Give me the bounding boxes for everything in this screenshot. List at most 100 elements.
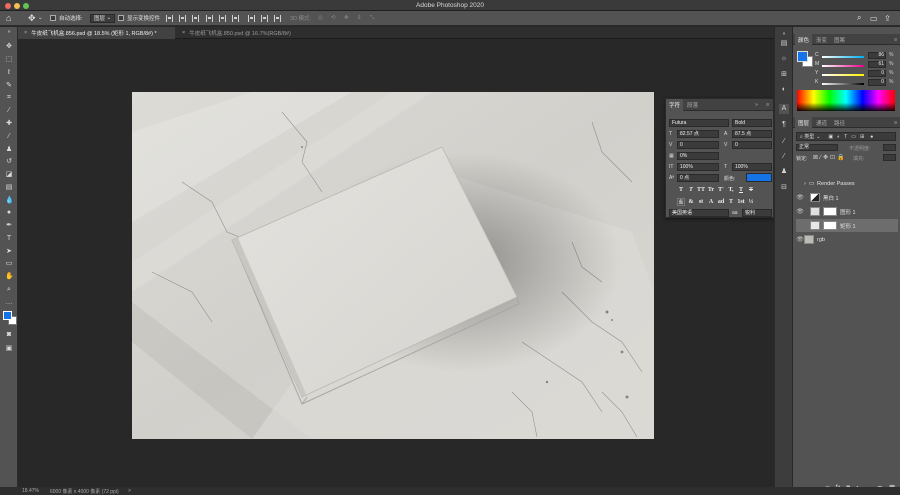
distribute-right-icon[interactable] <box>274 15 281 22</box>
tsume-field[interactable]: 0% <box>677 152 719 160</box>
align-bottom-icon[interactable] <box>232 15 239 22</box>
blend-mode-select[interactable]: 正常 <box>796 144 838 151</box>
swash-button[interactable]: A <box>707 198 715 206</box>
3d-roll-icon[interactable]: ⟲ <box>331 13 336 23</box>
lasso-icon[interactable]: ℓ <box>5 69 13 77</box>
tab-gradient[interactable]: 渐变 <box>813 34 830 45</box>
ligatures-button[interactable]: fi <box>677 198 685 206</box>
layer-filter[interactable]: ⌕ 类型 ⌄ ▣ ◐ T ▭ ⊞ ● <box>796 132 896 141</box>
panel-menu-icon[interactable]: ≡ <box>763 99 772 111</box>
dodge-icon[interactable]: ● <box>5 209 13 217</box>
fill-field[interactable] <box>883 154 896 161</box>
paragraph-icon[interactable]: ¶ <box>779 120 789 130</box>
faux-bold-button[interactable]: T <box>677 186 685 194</box>
path-select-icon[interactable]: ➤ <box>5 248 13 256</box>
horizontal-scale-field[interactable]: 100% <box>732 163 772 171</box>
3d-scale-icon[interactable]: ⤡ <box>370 13 374 23</box>
eyedropper-icon[interactable]: ⁄ <box>5 107 13 115</box>
libraries-icon[interactable]: ⊞ <box>779 70 789 80</box>
visibility-eye-icon[interactable]: 👁 <box>796 236 804 243</box>
layer-row[interactable]: 👁 rgb <box>796 233 898 246</box>
discretionary-ligatures-button[interactable]: st <box>697 198 705 206</box>
history-brush-icon[interactable]: ↺ <box>5 158 13 166</box>
underline-button[interactable]: T <box>737 186 745 194</box>
move-tool-icon[interactable]: ✥ <box>28 13 36 23</box>
layer-mask-thumbnail[interactable] <box>823 221 837 230</box>
show-transform-checkbox[interactable] <box>118 15 124 21</box>
text-color-swatch[interactable] <box>746 173 772 182</box>
3d-slide-icon[interactable]: ⇕ <box>357 13 362 23</box>
channel-value-field[interactable]: 0 <box>868 70 886 77</box>
brushes-icon[interactable]: ⁄ <box>779 137 789 147</box>
color-swatches[interactable] <box>3 311 17 325</box>
character-icon[interactable]: A <box>779 104 789 114</box>
collapse-strip-icon[interactable]: « <box>779 29 789 39</box>
fractions-button[interactable]: ½ <box>747 198 755 206</box>
channel-value-field[interactable]: 0 <box>868 79 886 86</box>
stamp-icon[interactable]: ♟ <box>5 146 13 154</box>
channel-value-field[interactable]: 86 <box>868 52 886 59</box>
opacity-field[interactable] <box>883 144 896 151</box>
filter-pixel-icon[interactable]: ▣ <box>828 134 833 140</box>
zoom-level[interactable]: 18.47% <box>22 488 39 494</box>
ordinals-button[interactable]: 1st <box>737 198 745 206</box>
glyphs-icon[interactable]: ⊟ <box>779 183 789 193</box>
document-image[interactable] <box>132 92 654 439</box>
titling-alternates-button[interactable]: T <box>727 198 735 206</box>
color-fg-swatch[interactable] <box>797 51 808 62</box>
3d-pan-icon[interactable]: ✥ <box>344 13 349 23</box>
font-style-select[interactable]: Bold <box>732 119 772 127</box>
channel-slider[interactable] <box>822 56 864 58</box>
document-tab[interactable]: × 牛皮纸飞机盒.850.psd @ 16.7%(RGB/8#) <box>176 27 316 39</box>
visibility-eye-icon[interactable]: 👁 <box>796 194 804 201</box>
align-left-icon[interactable] <box>166 15 173 22</box>
hand-icon[interactable]: ✋ <box>5 273 14 281</box>
brush-settings-icon[interactable]: ⁄ <box>779 152 789 162</box>
tab-pattern[interactable]: 图案 <box>831 34 848 45</box>
lock-icons[interactable]: ⊠⁄✥⊡🔒 <box>813 154 847 161</box>
tab-character[interactable]: 字符 <box>666 99 684 111</box>
distribute-center-icon[interactable] <box>261 15 268 22</box>
panel-menu-icon[interactable]: ≡ <box>891 117 900 128</box>
panel-menu-icon[interactable]: ≡ <box>891 34 900 45</box>
move-icon[interactable]: ✥ <box>5 43 13 51</box>
tab-layers[interactable]: 图层 <box>795 117 813 128</box>
language-select[interactable]: 美国英语 <box>669 209 729 217</box>
screen-mode-icon[interactable]: ▣ <box>5 345 13 353</box>
strikethrough-button[interactable]: T <box>747 186 755 194</box>
marquee-icon[interactable]: ⬚ <box>5 56 13 64</box>
quick-mask-icon[interactable]: ◙ <box>5 331 13 339</box>
filter-shape-icon[interactable]: ▭ <box>851 134 856 140</box>
layer-row[interactable]: 矩形 1 <box>796 219 898 232</box>
document-tab-active[interactable]: × 牛皮纸飞机盒.856.psd @ 18.5% (矩形 1, RGB/8#) … <box>18 27 175 39</box>
tab-paragraph[interactable]: 段落 <box>684 99 701 111</box>
history-icon[interactable]: ▤ <box>779 39 789 49</box>
channel-slider[interactable] <box>822 74 864 76</box>
tab-color[interactable]: 颜色 <box>795 34 813 45</box>
properties-icon[interactable]: ☼ <box>779 54 789 64</box>
align-right-icon[interactable] <box>192 15 199 22</box>
align-hcenter-icon[interactable] <box>179 15 186 22</box>
share-icon[interactable]: ⇪ <box>884 13 891 23</box>
quick-select-icon[interactable]: ✎ <box>5 82 13 90</box>
crop-icon[interactable]: ⌗ <box>5 94 13 102</box>
leading-field[interactable]: 87.5 点 <box>732 130 772 138</box>
layer-row[interactable]: 👁 黑白 1 <box>796 191 898 204</box>
tool-preset-chevron-icon[interactable]: ⌄ <box>38 13 43 23</box>
foreground-color-swatch[interactable] <box>3 311 12 320</box>
close-tab-icon[interactable]: × <box>182 30 185 36</box>
tracking-field[interactable]: 0 <box>732 141 772 149</box>
small-caps-button[interactable]: Tr <box>707 186 715 194</box>
contextual-alternates-button[interactable]: & <box>687 198 695 206</box>
status-menu-arrow[interactable]: > <box>128 488 131 494</box>
blur-icon[interactable]: 💧 <box>5 197 14 205</box>
shape-icon[interactable]: ▭ <box>5 260 13 268</box>
clone-source-icon[interactable]: ♟ <box>779 167 789 177</box>
vertical-scale-field[interactable]: 100% <box>677 163 719 171</box>
folder-disclosure-icon[interactable]: › <box>804 181 806 187</box>
filter-type-icon[interactable]: T <box>844 134 847 140</box>
zoom-icon[interactable]: ⌕ <box>5 286 13 294</box>
baseline-shift-field[interactable]: 0 点 <box>677 174 719 182</box>
close-tab-icon[interactable]: × <box>24 30 27 36</box>
filter-adjust-icon[interactable]: ◐ <box>837 134 840 140</box>
